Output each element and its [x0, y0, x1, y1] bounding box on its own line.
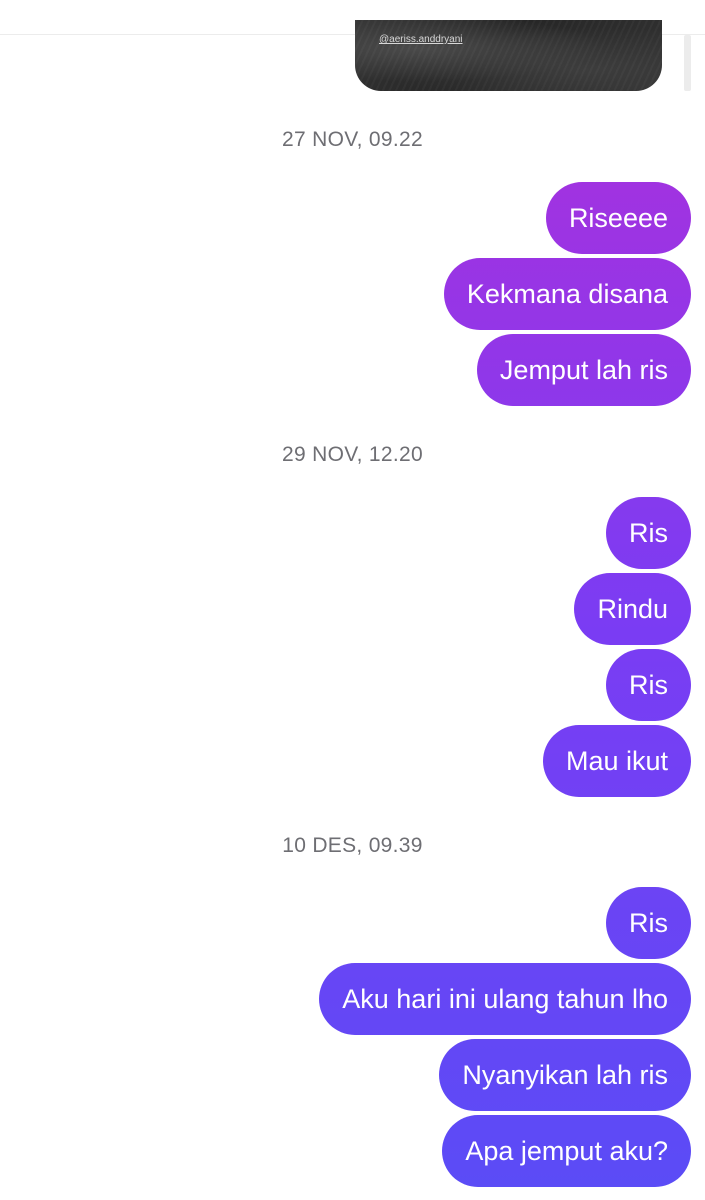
timestamp-divider: 29 NOV, 12.20 — [0, 443, 705, 467]
message-bubble[interactable]: Riseeee — [545, 182, 691, 254]
shared-post-preview[interactable]: @aeriss.anddryani — [355, 20, 662, 91]
scroll-indicator — [684, 35, 691, 91]
message-bubble[interactable]: Mau ikut — [542, 725, 691, 797]
message-bubble[interactable]: Ris — [606, 887, 691, 959]
message-bubble[interactable]: Ris — [606, 649, 691, 721]
timestamp-divider: 27 NOV, 09.22 — [0, 128, 705, 152]
message-bubble[interactable]: Ris — [606, 497, 691, 569]
message-bubble[interactable]: Nyanyikan lah ris — [439, 1039, 691, 1111]
chat-screen: @aeriss.anddryani 27 NOV, 09.22 Riseeee … — [0, 0, 705, 1200]
message-bubble[interactable]: Apa jemput aku? — [442, 1115, 691, 1187]
timestamp-text: 27 NOV, 09.22 — [282, 128, 423, 151]
shared-post-image — [355, 20, 662, 91]
message-bubble[interactable]: Aku hari ini ulang tahun lho — [319, 963, 691, 1035]
shared-post-caption: @aeriss.anddryani — [379, 34, 463, 45]
timestamp-text: 10 DES, 09.39 — [282, 834, 423, 857]
timestamp-divider: 10 DES, 09.39 — [0, 834, 705, 858]
message-bubble[interactable]: Jemput lah ris — [476, 334, 691, 406]
timestamp-text: 29 NOV, 12.20 — [282, 443, 423, 466]
message-bubble[interactable]: Kekmana disana — [443, 258, 691, 330]
message-bubble[interactable]: Rindu — [574, 573, 691, 645]
